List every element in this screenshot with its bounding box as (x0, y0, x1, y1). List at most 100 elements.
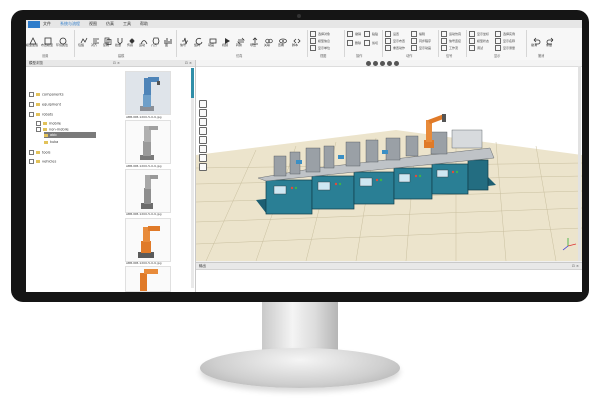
expand-icon[interactable] (29, 150, 34, 155)
undo-small-button[interactable]: 撤销 (347, 31, 361, 37)
model-status-button[interactable]: 模型状态 (469, 38, 489, 44)
redo-button[interactable] (546, 31, 556, 45)
display-units-button[interactable]: 显示单位 (310, 45, 330, 51)
library-thumbnail[interactable] (125, 71, 171, 115)
undo-button[interactable] (531, 31, 541, 45)
expand-icon[interactable] (29, 92, 34, 97)
motion-button[interactable] (139, 31, 149, 45)
fit-view-icon[interactable] (199, 154, 207, 162)
menu-help[interactable]: 帮助 (140, 21, 148, 27)
menu-view[interactable]: 视图 (89, 21, 97, 27)
expand-icon[interactable] (36, 121, 41, 126)
tree-item-mobile[interactable]: mobile (36, 121, 61, 126)
model-tree-panel: 模型浏览 ⊡ × components equipment robots mobi… (26, 60, 124, 292)
show-measure-button[interactable]: 显示测量 (495, 45, 515, 51)
sensor-button[interactable] (127, 31, 137, 44)
play-icon[interactable] (380, 60, 385, 66)
sync-program-button[interactable]: 同步程序 (411, 38, 431, 44)
show-layout-button[interactable]: 显示布置 (385, 38, 405, 44)
reset-view-icon[interactable] (199, 163, 207, 171)
tree-item-kuka[interactable]: kuka (44, 140, 58, 144)
reset-action-button[interactable]: 重置动作 (385, 45, 405, 51)
delete-button[interactable]: 删除 (347, 40, 361, 46)
menu-file[interactable]: 文件 (43, 21, 51, 27)
cut-button[interactable]: 剪切 (364, 40, 378, 46)
panel-close-icon[interactable]: ⊡ × (185, 60, 192, 66)
signal-button[interactable] (180, 31, 190, 45)
select-object-button[interactable]: 选择对象 (310, 31, 330, 37)
scale-tool-icon[interactable] (199, 127, 207, 135)
menu-system[interactable]: 系统与流程 (60, 21, 80, 27)
play-back-icon[interactable] (366, 60, 371, 66)
library-thumbnail[interactable] (125, 120, 171, 164)
debug-button[interactable]: 调试 (469, 45, 483, 51)
redo-label: 重做 (546, 43, 553, 47)
tree-item-equipment[interactable]: equipment (29, 102, 61, 107)
panel-close-icon[interactable]: ⊡ × (572, 263, 579, 269)
3d-viewport[interactable] (195, 60, 582, 262)
move-tool-icon[interactable] (199, 109, 207, 117)
pick-place-button[interactable] (115, 31, 125, 45)
convert-button[interactable] (236, 31, 246, 45)
layout-button[interactable] (43, 31, 53, 45)
show-animation-button[interactable]: 显示动画 (411, 45, 431, 51)
robot-grey-icon (141, 175, 158, 209)
pan-tool-icon[interactable] (199, 145, 207, 153)
library-scrollbar[interactable] (191, 68, 194, 288)
rotate-tool-icon[interactable] (199, 118, 207, 126)
zoom-tool-icon[interactable] (199, 136, 207, 144)
settings-button[interactable]: 设置 (385, 31, 399, 37)
chart-button[interactable] (163, 31, 173, 44)
signal-connect-button[interactable]: 信号连接 (441, 38, 461, 44)
collapse-icon[interactable] (36, 127, 41, 132)
load-model-button[interactable] (28, 31, 38, 45)
scrollbar-thumb[interactable] (191, 68, 194, 98)
export-button[interactable] (250, 31, 260, 45)
select-tool-icon[interactable] (199, 100, 207, 108)
library-thumbnail[interactable] (125, 266, 171, 292)
collapse-icon[interactable] (29, 112, 34, 117)
panel-close-icon[interactable]: ⊡ × (113, 60, 120, 66)
tree-item-abb[interactable]: abb (44, 133, 57, 137)
tree-item-non-mobile[interactable]: non-mobile (36, 127, 69, 132)
link-button[interactable] (264, 31, 274, 44)
viewport-scrollbar[interactable] (578, 66, 581, 261)
align-button[interactable] (91, 31, 101, 44)
ribbon-separator (176, 30, 177, 57)
video-button[interactable] (222, 31, 232, 44)
envelope-button[interactable] (79, 31, 89, 44)
show-coords-button[interactable]: 显示坐标 (469, 31, 489, 37)
instance-icon (495, 31, 501, 37)
paste-button[interactable]: 粘贴 (364, 31, 378, 37)
edit-button[interactable]: 编辑 (411, 31, 425, 37)
script-button[interactable] (292, 31, 302, 44)
animation-button[interactable] (208, 31, 218, 44)
environment-button[interactable] (58, 31, 68, 45)
tree-item-vehicles[interactable]: vehicles (29, 159, 56, 164)
select-instance-button[interactable]: 选择实例 (495, 31, 515, 37)
rotate-button[interactable] (194, 31, 204, 45)
show-name-button[interactable]: 显示名称 (495, 38, 515, 44)
menu-simulation[interactable]: 仿真 (106, 21, 114, 27)
view-button[interactable] (278, 31, 288, 44)
workflow-button[interactable]: 工作流 (441, 45, 458, 51)
load-model-label: 模型加载 (26, 43, 39, 47)
copy-button[interactable] (103, 31, 113, 45)
ruler-icon (495, 45, 501, 51)
pause-icon[interactable] (373, 60, 378, 66)
stop-icon[interactable] (394, 60, 399, 66)
model-library-panel: ⊡ × ABB-IRB-1200-5-0-9.jpg ABB-IRB-1200-… (123, 60, 196, 292)
link-label: 关联 (264, 43, 271, 47)
step-icon[interactable] (387, 60, 392, 66)
model-info-button[interactable]: 模型信息 (310, 38, 330, 44)
tree-item-components[interactable]: components (29, 92, 64, 97)
library-thumbnail[interactable] (125, 169, 171, 213)
tree-item-robots[interactable]: robots (29, 112, 53, 117)
octa-button[interactable] (151, 31, 161, 45)
expand-icon[interactable] (29, 159, 34, 164)
library-thumbnail[interactable] (125, 218, 171, 262)
expand-icon[interactable] (29, 102, 34, 107)
tree-item-tools[interactable]: tools (29, 150, 50, 155)
motion-sim-button[interactable]: 运动仿真 (441, 31, 461, 37)
menu-tools[interactable]: 工具 (123, 21, 131, 27)
